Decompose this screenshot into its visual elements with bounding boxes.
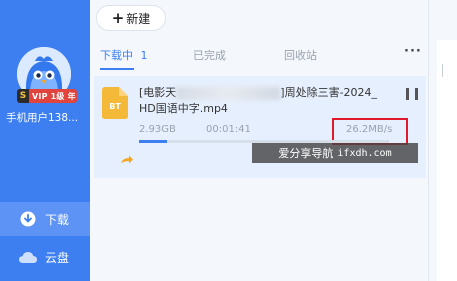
tab-label: 已完成 bbox=[193, 49, 226, 62]
cloud-icon bbox=[17, 246, 39, 268]
app-window: S VIP 1级 年 手机用户138... 下载 云盘 + 新建 下载中 1 已… bbox=[0, 0, 457, 281]
sidebar-item-label: 下载 bbox=[45, 212, 70, 227]
watermark: 爱分享导航 ifxdh.com bbox=[252, 143, 418, 163]
pause-icon[interactable] bbox=[406, 88, 418, 100]
main-panel: + 新建 下载中 1 已完成 回收站 ··· BT [电影天]周处除三害-20… bbox=[90, 0, 428, 281]
sidebar-item-label: 云盘 bbox=[45, 250, 70, 265]
tab-bar: 下载中 1 已完成 回收站 ··· bbox=[90, 40, 428, 70]
progress-fill bbox=[139, 140, 167, 143]
sidebar-item-cloud[interactable]: 云盘 bbox=[0, 240, 90, 274]
detail-pane-divider bbox=[442, 64, 443, 77]
tab-recycle-bin[interactable]: 回收站 bbox=[284, 47, 317, 63]
vip-badge[interactable]: S VIP 1级 年 bbox=[17, 89, 77, 103]
bt-file-icon: BT bbox=[102, 87, 128, 119]
username[interactable]: 手机用户138... bbox=[6, 110, 78, 125]
remaining-time: 00:01:41 bbox=[206, 124, 251, 135]
tab-completed[interactable]: 已完成 bbox=[193, 47, 226, 63]
redacted-region bbox=[176, 86, 281, 100]
file-name-prefix: [电影天 bbox=[139, 86, 177, 99]
detail-pane-content bbox=[437, 40, 457, 281]
tab-label: 回收站 bbox=[284, 49, 317, 62]
detail-pane bbox=[428, 0, 457, 281]
tab-downloading[interactable]: 下载中 1 bbox=[100, 47, 148, 63]
sidebar: S VIP 1级 年 手机用户138... 下载 云盘 bbox=[0, 0, 90, 281]
tab-label: 下载中 bbox=[100, 49, 133, 62]
plus-icon: + bbox=[111, 9, 125, 27]
new-task-button[interactable]: + 新建 bbox=[96, 5, 166, 31]
vip-badge-label: VIP 1级 年 bbox=[32, 91, 76, 101]
vip-level-letter: S bbox=[17, 89, 29, 103]
tab-count: 1 bbox=[140, 49, 148, 62]
new-task-label: 新建 bbox=[126, 11, 151, 26]
file-size: 2.93GB bbox=[139, 124, 176, 135]
file-name-suffix: ]周处除三害-2024_ bbox=[280, 86, 378, 99]
file-name: [电影天 ]周处除三害-2024_ HD国语中字.mp4 bbox=[139, 85, 389, 117]
more-options-icon[interactable]: ··· bbox=[404, 44, 422, 59]
sidebar-item-download[interactable]: 下载 bbox=[0, 202, 90, 236]
file-type-label: BT bbox=[109, 102, 121, 111]
download-icon bbox=[17, 208, 39, 230]
active-tab-indicator bbox=[100, 68, 134, 70]
file-name-line2: HD国语中字.mp4 bbox=[139, 102, 228, 115]
accelerate-arrow-icon[interactable] bbox=[120, 150, 134, 164]
watermark-text: 爱分享导航 bbox=[278, 147, 334, 160]
watermark-url: ifxdh.com bbox=[337, 147, 392, 159]
